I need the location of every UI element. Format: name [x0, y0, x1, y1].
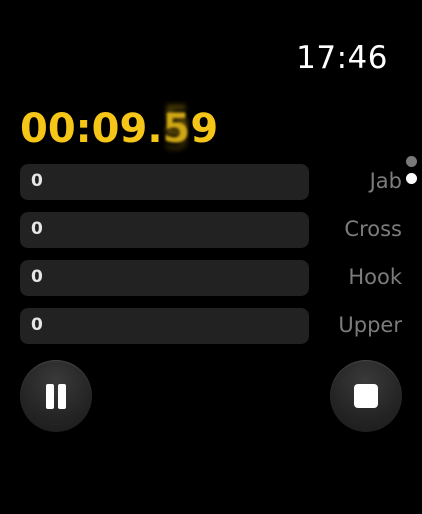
page-dot-1 — [406, 156, 417, 167]
counter-bar: 0 — [20, 212, 309, 248]
timer-rolling-digit: 5 — [162, 106, 191, 152]
pause-button[interactable] — [20, 360, 92, 432]
counter-value: 0 — [31, 171, 43, 191]
status-time: 17:46 — [296, 40, 388, 76]
counter-bar: 0 — [20, 260, 309, 296]
counter-value: 0 — [31, 315, 43, 335]
stop-icon — [354, 384, 378, 408]
counter-row-upper: 0 Upper — [20, 308, 402, 344]
counter-label: Hook — [348, 265, 402, 289]
counter-row-jab: 0 Jab — [20, 164, 402, 200]
counter-label: Cross — [344, 217, 402, 241]
counter-label: Jab — [369, 169, 402, 193]
counter-bar: 0 — [20, 308, 309, 344]
counter-row-cross: 0 Cross — [20, 212, 402, 248]
page-dot-2 — [406, 173, 417, 184]
counter-row-hook: 0 Hook — [20, 260, 402, 296]
pause-icon — [46, 384, 54, 409]
pause-icon-bar — [58, 384, 66, 409]
timer-main: 00:09. — [20, 106, 163, 152]
elapsed-timer: 00:09.59 — [20, 106, 218, 152]
stop-button[interactable] — [330, 360, 402, 432]
counter-value: 0 — [31, 267, 43, 287]
page-indicator — [406, 156, 417, 190]
counter-bar: 0 — [20, 164, 309, 200]
counter-value: 0 — [31, 219, 43, 239]
timer-last-digit: 9 — [190, 106, 219, 152]
counter-label: Upper — [338, 313, 402, 337]
